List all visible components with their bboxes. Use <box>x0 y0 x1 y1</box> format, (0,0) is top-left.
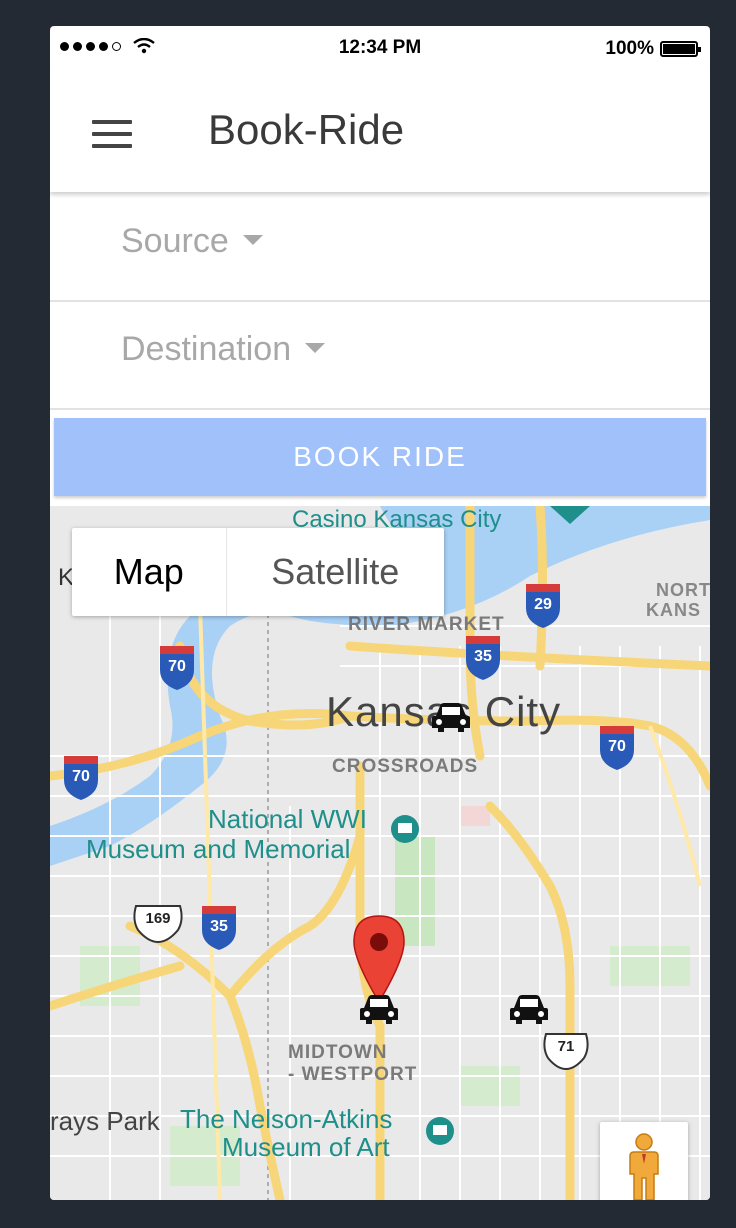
destination-dropdown[interactable]: Destination <box>50 302 710 410</box>
shield-number: 35 <box>474 648 492 665</box>
map-label: CROSSROADS <box>332 756 479 777</box>
map-label: NORT <box>656 580 710 600</box>
battery-icon <box>660 41 701 57</box>
shield-number: 70 <box>608 738 626 755</box>
map-type-satellite-button[interactable]: Satellite <box>225 528 444 616</box>
book-ride-button[interactable]: BOOK RIDE <box>54 418 706 496</box>
app-bar: Book-Ride <box>50 72 710 192</box>
map-label: National WWI <box>208 804 367 834</box>
map-label: KANS <box>646 600 702 620</box>
map-label: Museum and Memorial <box>86 834 351 864</box>
poi-block <box>460 806 490 826</box>
car-icon[interactable] <box>358 992 400 1026</box>
pegman-icon <box>629 1133 659 1200</box>
chevron-down-icon <box>242 235 263 246</box>
hamburger-menu-icon[interactable] <box>92 120 132 148</box>
map-type-map-button[interactable]: Map <box>72 528 226 616</box>
battery-status: 100% <box>605 38 701 60</box>
shield-number: 70 <box>72 768 90 785</box>
destination-label: Destination <box>121 330 292 368</box>
shield-number: 70 <box>168 658 186 675</box>
shield-number: 169 <box>145 910 171 927</box>
map-label: - WESTPORT <box>288 1064 418 1085</box>
source-label: Source <box>121 222 229 260</box>
shield-number: 29 <box>534 596 552 613</box>
map-label: Museum of Art <box>222 1132 390 1162</box>
museum-icon-glyph <box>398 823 412 833</box>
map-label: rays Park <box>50 1106 160 1136</box>
map-label: RIVER MARKET <box>348 614 505 635</box>
map-view[interactable]: 29 35 70 70 70 35 169 71 Casino Kansas C… <box>50 506 710 1200</box>
street-view-button[interactable] <box>600 1122 688 1200</box>
shield-number: 35 <box>210 918 228 935</box>
car-icon[interactable] <box>508 992 550 1026</box>
map-type-control: Map Satellite <box>72 528 444 616</box>
status-bar: 12:34 PM 100% <box>50 26 710 72</box>
park-shape <box>610 946 690 986</box>
phone-screen: 12:34 PM 100% Book-Ride Source Destinati… <box>50 26 710 1200</box>
map-label: The Nelson-Atkins <box>180 1104 393 1134</box>
battery-percent: 100% <box>605 38 654 59</box>
page-title: Book-Ride <box>208 106 405 153</box>
map-label: MIDTOWN <box>288 1042 388 1063</box>
park-shape <box>460 1066 520 1106</box>
museum-icon-glyph <box>433 1125 447 1135</box>
shield-number: 71 <box>557 1038 575 1055</box>
car-icon[interactable] <box>430 700 472 734</box>
source-dropdown[interactable]: Source <box>50 194 710 302</box>
chevron-down-icon <box>305 343 326 354</box>
